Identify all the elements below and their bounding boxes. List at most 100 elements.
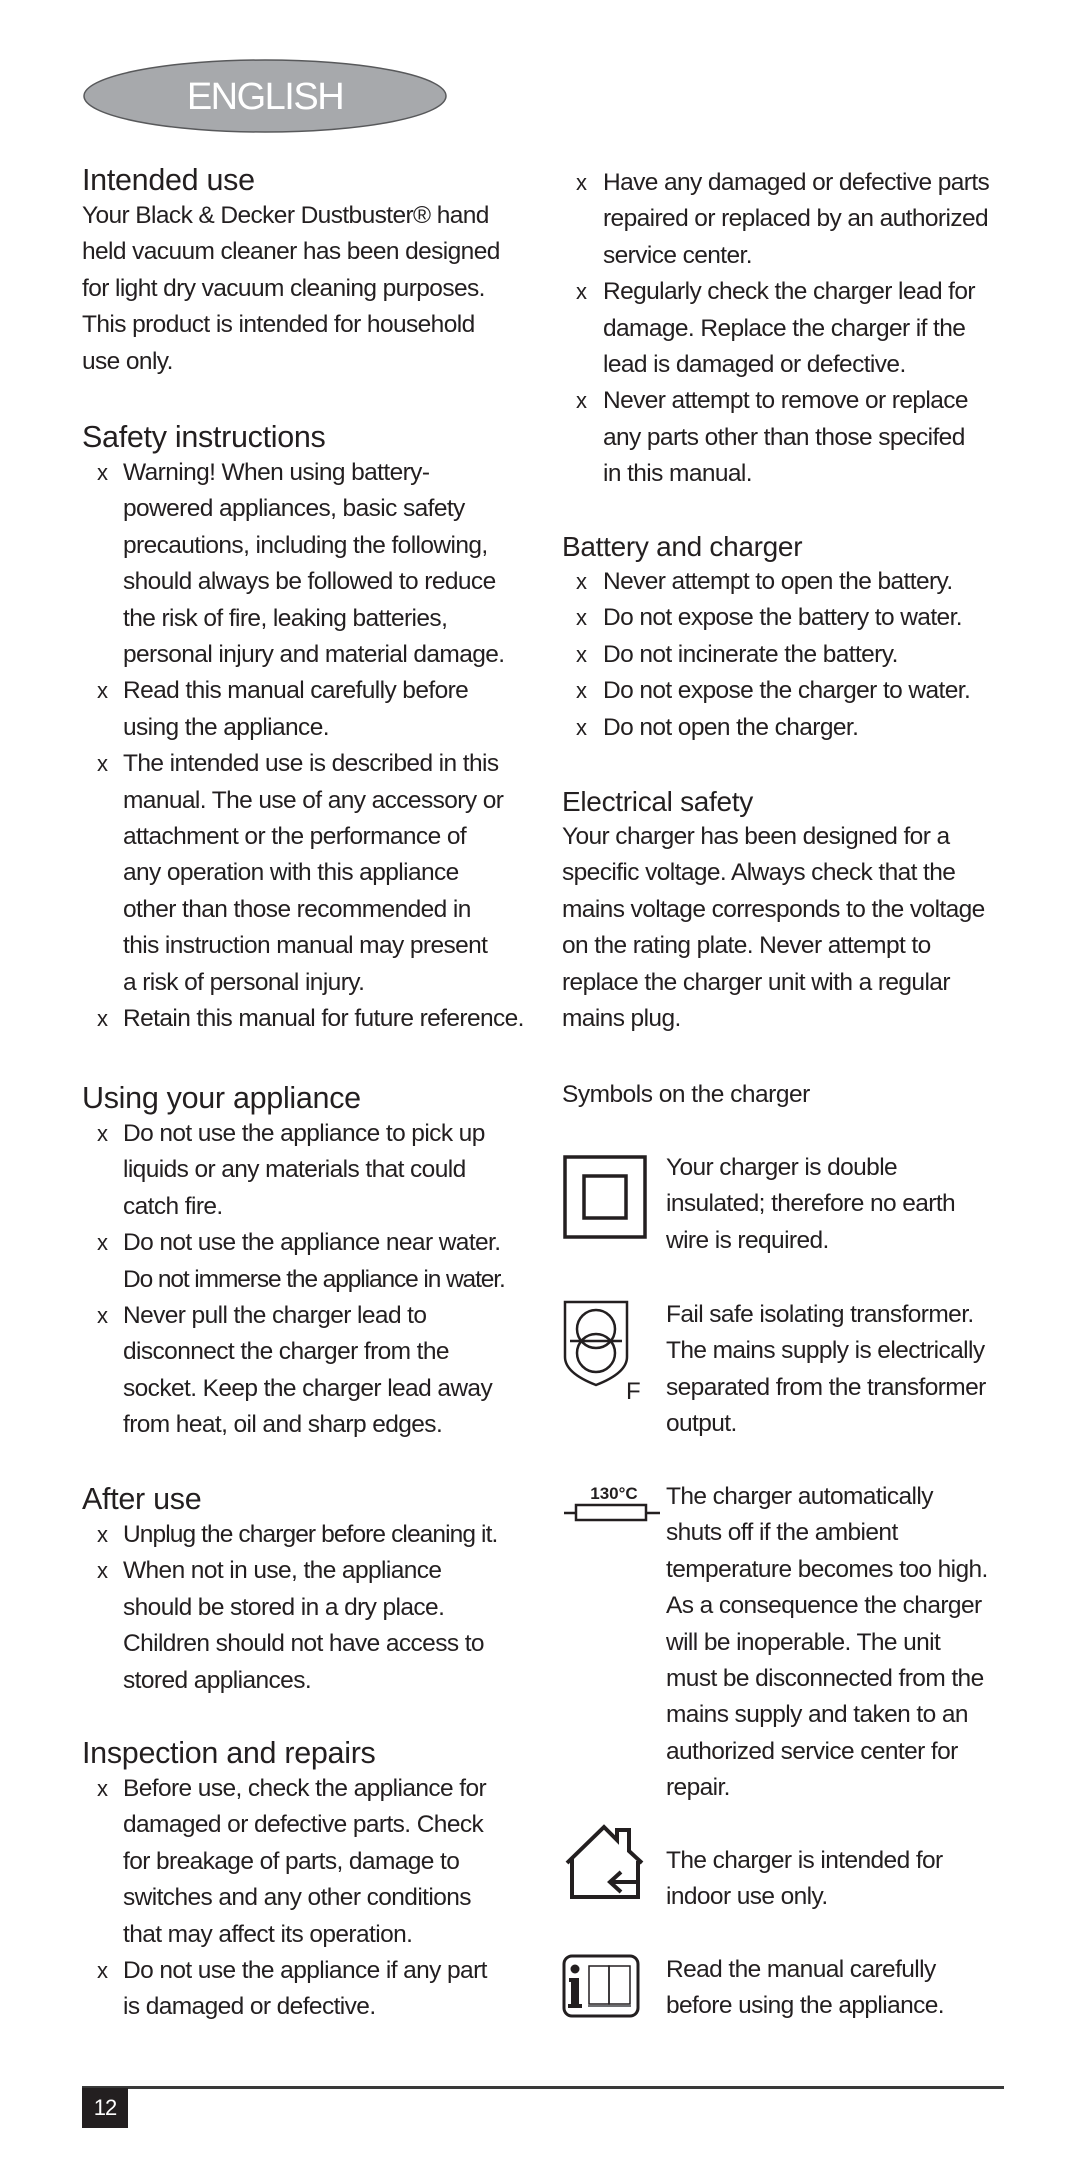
text-line: mains supply and taken to an	[666, 1701, 969, 1729]
text-line: The charger is intended for	[666, 1847, 943, 1874]
bullet-x-icon: x	[576, 714, 587, 740]
section-inspection-and-repairs: Inspection and repairs x Before use, che…	[82, 1735, 532, 2026]
bullet-list: x Warning! When using battery- powered a…	[82, 455, 532, 1038]
list-item: x Warning! When using battery- powered a…	[82, 455, 532, 673]
bullet-x-icon: x	[97, 1303, 108, 1329]
text-line: Read the manual carefully	[666, 1956, 936, 1983]
text-line: As a consequence the charger	[666, 1592, 982, 1620]
list-item: x Do not expose the charger to water.	[562, 673, 1012, 709]
text-line: temperature becomes too high.	[666, 1555, 988, 1583]
section-after-use: After use x Unplug the charger before cl…	[82, 1481, 532, 1699]
item-line: repaired or replaced by an authorized	[603, 205, 989, 233]
body-line: for light dry vacuum cleaning purposes.	[82, 274, 485, 302]
bullet-x-icon: x	[97, 1558, 108, 1584]
item-line: from heat, oil and sharp edges.	[123, 1411, 443, 1439]
bullet-x-icon: x	[97, 1776, 108, 1801]
item-line: Retain this manual for future reference.	[123, 1005, 524, 1033]
item-line: Unplug the charger before cleaning it.	[123, 1521, 498, 1548]
section-heading: Battery and charger	[562, 531, 803, 562]
list-item: x Never pull the charger lead to disconn…	[82, 1298, 532, 1444]
item-line: Do not expose the charger to water.	[603, 677, 971, 705]
symbol-description: The charger automatically shuts off if t…	[666, 1479, 1026, 1807]
list-item: x Do not use the appliance if any part i…	[82, 1953, 532, 2026]
item-line: Never attempt to remove or replace	[603, 387, 969, 415]
body-line: mains voltage corresponds to the voltage	[562, 895, 985, 923]
list-item: x Read this manual carefully before usin…	[82, 673, 532, 746]
item-line: using the appliance.	[123, 713, 330, 741]
isolating-transformer-icon: F	[563, 1300, 641, 1405]
text-line: indoor use only.	[666, 1883, 828, 1911]
list-item: x Before use, check the appliance for da…	[82, 1771, 532, 1953]
item-line: When not in use, the appliance	[123, 1557, 442, 1585]
text-line: must be disconnected from the	[666, 1665, 984, 1693]
text-line: before using the appliance.	[666, 1992, 945, 2020]
item-line: damage. Replace the charger if the	[603, 314, 966, 342]
text-line: separated from the transformer	[666, 1373, 986, 1401]
text-line: will be inoperable. The unit	[666, 1628, 941, 1656]
body-line: on the rating plate. Never attempt to	[562, 932, 931, 960]
list-item: x The intended use is described in this …	[82, 746, 532, 1001]
text-line: shuts off if the ambient	[666, 1519, 898, 1547]
bullet-x-icon: x	[576, 569, 587, 594]
section-heading: Electrical safety	[562, 786, 753, 817]
item-line: Before use, check the appliance for	[123, 1775, 487, 1802]
item-line: in this manual.	[603, 460, 753, 488]
bullet-x-icon: x	[576, 641, 587, 667]
icon-letter: F	[626, 1378, 641, 1405]
item-line: powered appliances, basic safety	[123, 495, 465, 523]
section-body: Your charger has been designed for a spe…	[562, 819, 1012, 1037]
section-intended-use: Intended use Your Black & Decker Dustbus…	[82, 162, 532, 380]
bullet-x-icon: x	[97, 1230, 108, 1256]
list-item: x Never attempt to open the battery.	[562, 564, 1012, 600]
bullet-x-icon: x	[576, 388, 587, 414]
bullet-x-icon: x	[97, 1006, 108, 1032]
item-line: should always be followed to reduce	[123, 568, 496, 596]
section-heading: After use	[82, 1482, 202, 1516]
bullet-x-icon: x	[97, 678, 108, 704]
item-line: Do not use the appliance to pick up	[123, 1120, 485, 1147]
item-line: Children should not have access to	[123, 1630, 485, 1658]
item-line: lead is damaged or defective.	[603, 351, 906, 379]
text-line: output.	[666, 1410, 737, 1438]
icon-temperature-label: 130°C	[590, 1484, 637, 1503]
item-line: Do not open the charger.	[603, 713, 859, 741]
item-line: catch fire.	[123, 1192, 223, 1220]
item-line: liquids or any materials that could	[123, 1156, 466, 1184]
body-line: Your Black & Decker Dustbuster® hand	[82, 202, 489, 229]
list-item: x Retain this manual for future referenc…	[82, 1001, 532, 1037]
item-line: Regularly check the charger lead for	[603, 278, 976, 306]
item-line: Never pull the charger lead to	[123, 1302, 427, 1330]
item-line: other than those recommended in	[123, 895, 471, 923]
section-symbols: Symbols on the charger	[562, 1078, 1012, 1112]
item-line: attachment or the performance of	[123, 823, 467, 851]
item-line: service center.	[603, 241, 753, 269]
section-battery-and-charger: Battery and charger x Never attempt to o…	[562, 530, 1012, 746]
body-line: held vacuum cleaner has been designed	[82, 238, 500, 266]
bullet-list: x Unplug the charger before cleaning it.…	[82, 1517, 532, 1699]
item-line: personal injury and material damage.	[123, 641, 505, 669]
read-manual-icon	[562, 1954, 640, 2018]
item-line: disconnect the charger from the	[123, 1338, 450, 1366]
item-line: damaged or defective parts. Check	[123, 1811, 484, 1839]
double-insulated-icon	[563, 1155, 647, 1239]
item-line: switches and any other conditions	[123, 1884, 472, 1912]
list-item: x Never attempt to remove or replace any…	[562, 383, 1012, 492]
symbol-description: Read the manual carefully before using t…	[666, 1952, 1026, 2025]
item-line: stored appliances.	[123, 1666, 312, 1694]
footer-rule	[82, 2086, 1004, 2089]
bullet-x-icon: x	[97, 1958, 108, 1984]
text-line: insulated; therefore no earth	[666, 1190, 956, 1218]
section-body: Your Black & Decker Dustbuster® hand hel…	[82, 198, 532, 380]
item-line: is damaged or defective.	[123, 1993, 376, 2021]
bullet-x-icon: x	[97, 751, 108, 777]
section-heading: Inspection and repairs	[82, 1736, 376, 1770]
item-line: precautions, including the following,	[123, 531, 488, 559]
text-line: wire is required.	[666, 1226, 829, 1254]
warning-label: Warning!	[123, 459, 216, 486]
symbol-description: The charger is intended for indoor use o…	[666, 1843, 1026, 1916]
text-line: The charger automatically	[666, 1483, 933, 1510]
section-using-your-appliance: Using your appliance x Do not use the ap…	[82, 1080, 532, 1444]
language-badge: ENGLISH	[82, 58, 448, 134]
item-line: Do not immerse the appliance in water.	[123, 1265, 506, 1293]
body-line: use only.	[82, 347, 173, 375]
